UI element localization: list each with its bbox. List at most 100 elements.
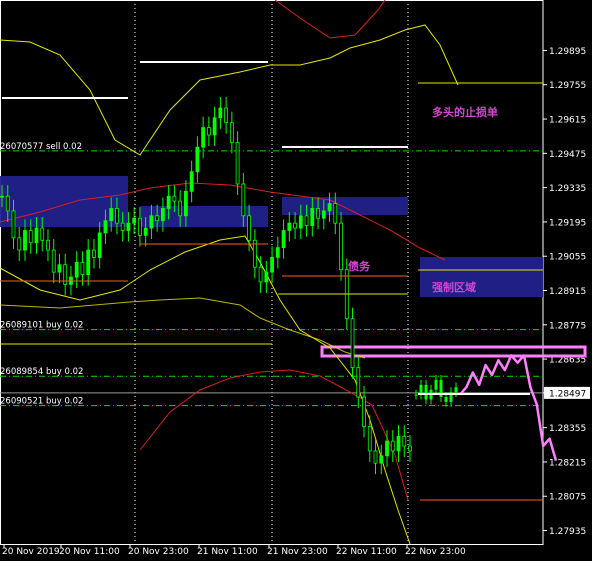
candle-body-27: [155, 215, 160, 222]
candle-body-24: [138, 217, 142, 236]
current-price-label: 1.28497: [549, 389, 586, 399]
candle-body-47: [270, 257, 274, 273]
annotation-2: 强制区域: [432, 280, 476, 294]
candle-body-55: [316, 208, 320, 219]
candle-body-15: [86, 249, 91, 275]
x-tick-label-2: 20 Nov 23:00: [128, 547, 189, 557]
x-tick-label-5: 22 Nov 11:00: [336, 547, 397, 557]
candle-body-4: [23, 230, 27, 251]
x-tick-label-6: 22 Nov 23:00: [405, 547, 466, 557]
candle-body-49: [281, 230, 286, 249]
candle-body-50: [287, 222, 292, 231]
y-tick-label-14: 1.27935: [549, 527, 586, 537]
candle-body-48: [275, 247, 280, 258]
y-tick-label-1: 1.29755: [549, 81, 586, 91]
candle-body-68: [390, 440, 395, 452]
y-tick-label-2: 1.29615: [549, 116, 586, 126]
candle-body-62: [356, 367, 361, 398]
candle-body-42: [241, 183, 246, 217]
candle-body-46: [264, 271, 269, 283]
candle-body-32: [183, 190, 188, 217]
candle-body-37: [212, 117, 217, 136]
candle-body-51: [293, 222, 297, 229]
candle-body-16: [92, 249, 96, 258]
candle-body-34: [195, 146, 200, 173]
candle-body-69: [396, 435, 401, 452]
candle-body-17: [97, 232, 102, 258]
candle-body-71: [408, 445, 412, 452]
x-tick-label-0: 20 Nov 2019: [2, 547, 60, 557]
annotation-0: 多头的止损单: [432, 105, 498, 119]
candle-body-18: [103, 220, 108, 234]
candle-body-57: [327, 203, 332, 212]
highlight-zone: [320, 345, 587, 358]
x-tick-label-4: 21 Nov 23:00: [267, 547, 328, 557]
y-tick-label-7: 1.28915: [549, 287, 586, 297]
price-chart[interactable]: 1.29895 1.29755 1.29615 1.29475 1.29335 1.291…: [0, 0, 592, 557]
candle-body-25: [143, 227, 148, 236]
candle-body-53: [304, 215, 309, 226]
candle-body-20: [115, 208, 119, 224]
chart-canvas: 1.29895 1.29755 1.29615 1.29475 1.29335 1.291…: [0, 0, 590, 557]
candle-body-56: [321, 210, 326, 219]
candle-body-3: [17, 237, 22, 251]
candle-body-43: [247, 215, 251, 241]
y-tick-label-0: 1.29895: [549, 47, 586, 57]
moving-average-lower-line: [139, 369, 409, 501]
candle-body-65: [373, 450, 378, 464]
annotation-1: 债务: [348, 259, 371, 273]
upper-band-line: [0, 24, 459, 156]
candle-body-64: [367, 426, 372, 452]
order-line-label-2: 26089854 buy 0.02: [0, 367, 83, 377]
candle-body-70: [402, 435, 407, 447]
order-line-label-0: 26070577 sell 0.02: [0, 142, 82, 152]
candle-body-26: [149, 215, 154, 229]
x-tick-label-3: 21 Nov 11:00: [197, 547, 258, 557]
x-tick-label-1: 20 Nov 11:00: [59, 547, 120, 557]
candle-body-13: [74, 261, 79, 278]
candle-body-8: [46, 239, 50, 251]
candle-body-59: [339, 222, 343, 271]
candle-body-14: [80, 261, 85, 275]
candle-body-45: [258, 266, 263, 283]
recent-candle-body-0: [414, 394, 418, 396]
y-tick-label-6: 1.29055: [549, 253, 586, 263]
candle-body-30: [172, 195, 177, 202]
y-tick-label-3: 1.29475: [549, 150, 586, 160]
candle-body-23: [132, 217, 137, 224]
candle-body-39: [224, 107, 229, 124]
recent-candle-body-6: [444, 397, 448, 402]
candle-body-33: [189, 171, 194, 192]
candle-body-6: [34, 227, 39, 244]
candle-body-61: [350, 318, 355, 369]
projection-path: [459, 354, 558, 462]
candle-body-28: [161, 208, 165, 222]
candles: [0, 96, 458, 475]
y-tick-label-5: 1.29195: [549, 218, 586, 228]
recent-candle-body-8: [454, 387, 458, 393]
chart-labels: 26070577 sell 0.02 26089101 buy 0.02 26089…: [0, 105, 498, 407]
recent-candle-body-2: [424, 384, 428, 400]
order-line-label-1: 26089101 buy 0.02: [0, 321, 83, 331]
y-tick-label-4: 1.29335: [549, 184, 586, 194]
candle-body-21: [120, 222, 125, 231]
candle-body-7: [40, 227, 45, 241]
order-line-label-3: 26090521 buy 0.02: [0, 397, 83, 407]
candle-body-29: [166, 195, 171, 209]
y-tick-label-8: 1.28775: [549, 321, 586, 331]
candle-body-9: [51, 249, 56, 273]
candle-body-35: [201, 127, 206, 148]
candle-body-54: [310, 208, 315, 226]
candle-body-0: [0, 195, 4, 198]
candle-body-67: [385, 440, 389, 457]
y-tick-label-11: 1.28355: [549, 424, 586, 434]
supply-zone-0: [0, 176, 128, 227]
candle-body-63: [362, 396, 366, 427]
recent-candle-body-4: [434, 379, 438, 390]
candle-body-10: [57, 264, 62, 273]
candle-body-38: [218, 107, 223, 119]
candle-body-41: [235, 141, 240, 185]
candle-body-22: [126, 222, 131, 231]
candle-body-1: [5, 195, 10, 212]
candle-body-58: [333, 203, 338, 224]
